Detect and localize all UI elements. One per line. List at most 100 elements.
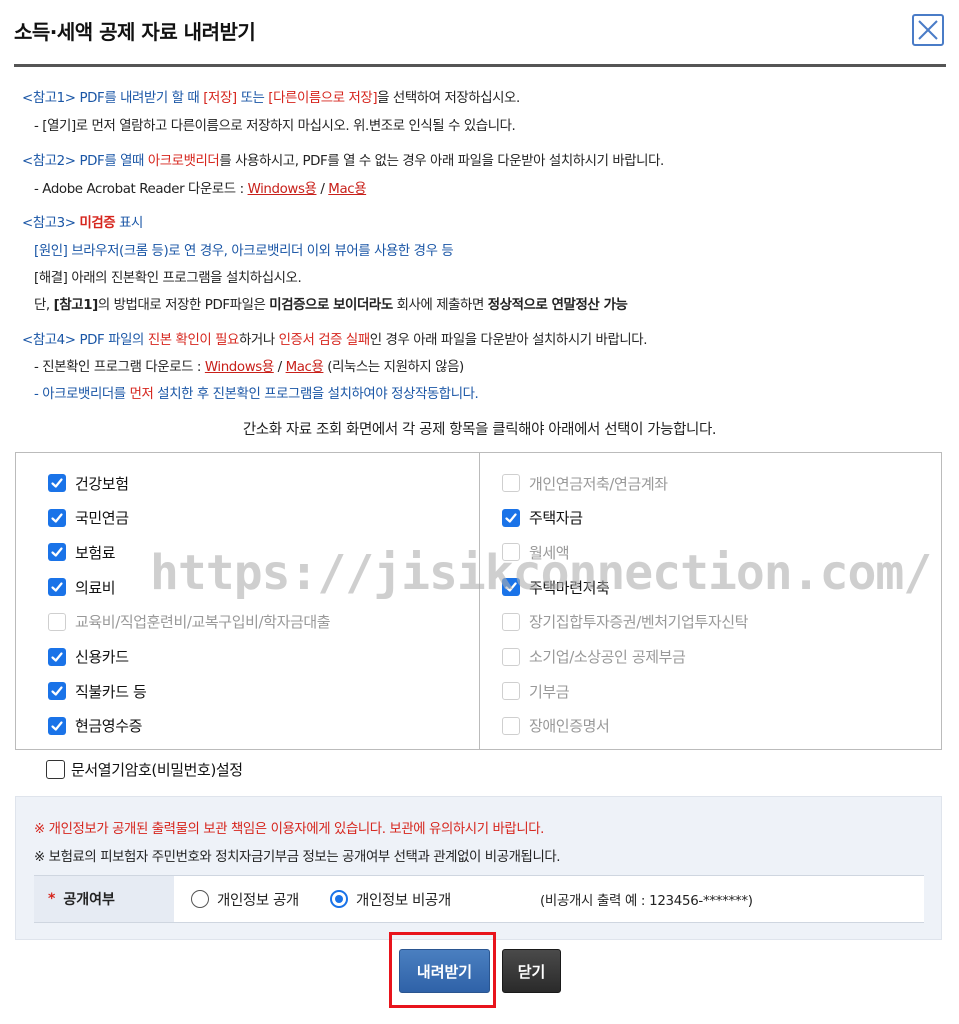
checkmark-icon — [51, 686, 63, 696]
note3-detail-a: 단, — [34, 298, 54, 313]
note2-head: <참고2> PDF를 열때 — [22, 154, 148, 169]
deduction-item-label: 보험료 — [75, 543, 116, 562]
radio-private-dot[interactable] — [330, 890, 348, 908]
password-option[interactable]: 문서열기암호(비밀번호)설정 — [46, 758, 243, 780]
close-x-icon — [918, 20, 938, 40]
acrobat-windows-link[interactable]: Windows용 — [248, 182, 317, 197]
deduction-item-label: 건강보험 — [75, 474, 129, 493]
acrobat-mac-link[interactable]: Mac용 — [328, 182, 366, 197]
deduction-item: 개인연금저축/연금계좌 — [502, 471, 668, 495]
radio-private[interactable]: 개인정보 비공개 — [330, 889, 451, 909]
note4-warn-first: 먼저 — [129, 387, 154, 402]
linux-note: (리눅스는 지원하지 않음) — [323, 360, 464, 375]
deduction-item-label: 교육비/직업훈련비/교복구입비/학자금대출 — [75, 613, 331, 632]
close-button[interactable]: 닫기 — [502, 949, 561, 993]
checkmark-icon — [51, 651, 63, 662]
checkmark-icon — [505, 513, 517, 523]
deduction-item-label: 개인연금저축/연금계좌 — [529, 474, 668, 493]
checkbox-checked[interactable] — [502, 578, 520, 597]
deduction-item-label: 소기업/소상공인 공제부금 — [529, 648, 686, 666]
radio-public-dot[interactable] — [191, 890, 209, 908]
note4-head: <참고4> PDF 파일의 — [22, 333, 148, 348]
privacy-info: ※ 보험료의 피보험자 주민번호와 정치자금기부금 정보는 공개여부 선택과 관… — [34, 850, 561, 865]
note1-head: <참고1> PDF를 내려받기 할 때 — [22, 91, 204, 106]
checkbox-checked[interactable] — [48, 647, 66, 666]
checkbox-disabled — [502, 647, 520, 666]
deduction-item-label: 장기집합투자증권/벤처기업투자신탁 — [529, 613, 749, 632]
deduction-item[interactable]: 직불카드 등 — [48, 679, 147, 703]
checkmark-icon — [51, 721, 63, 731]
checkmark-icon — [505, 582, 517, 592]
deduction-item: 장기집합투자증권/벤처기업투자신탁 — [502, 610, 748, 634]
masked-example: (비공개시 출력 예 : 123456-*******) — [540, 894, 753, 909]
note2-line: <참고2> PDF를 열때 아크로뱃리더를 사용하시고, PDF를 열 수 없는… — [22, 149, 664, 169]
note3-detail-e: 회사에 제출하면 — [392, 298, 488, 313]
note2-tail: 를 사용하시고, PDF를 열 수 없는 경우 아래 파일을 다운받아 설치하시… — [219, 154, 664, 169]
radio-public[interactable]: 개인정보 공개 — [191, 889, 299, 909]
checkmark-icon — [51, 513, 63, 523]
deduction-item[interactable]: 신용카드 — [48, 645, 129, 669]
deduction-item[interactable]: 건강보험 — [48, 471, 129, 495]
note4-tail: 인 경우 아래 파일을 다운받아 설치하시기 바랍니다. — [369, 333, 648, 348]
note4-warn-c: 설치한 후 진본확인 프로그램을 설치하여야 정상작동합니다. — [153, 387, 479, 402]
checkbox-disabled — [502, 543, 520, 562]
note4-cert-fail-keyword: 인증서 검증 실패 — [278, 333, 371, 348]
deduction-item: 장애인증명서 — [502, 714, 610, 738]
note3-detail-b: [참고1] — [53, 298, 99, 313]
note1-saveas-keyword: [다른이름으로 저장] — [268, 91, 378, 106]
deduction-item-label: 의료비 — [75, 578, 116, 597]
checkbox-disabled — [502, 682, 520, 701]
note3-cause: [원인] 브라우저(크롬 등)로 연 경우, 아크로뱃리더 이외 뷰어를 사용한… — [34, 244, 454, 259]
checkbox-checked[interactable] — [48, 543, 66, 562]
checkbox-checked[interactable] — [48, 578, 66, 597]
note3-fix: [해결] 아래의 진본확인 프로그램을 설치하십시오. — [34, 271, 302, 286]
deduction-item[interactable]: 의료비 — [48, 575, 116, 599]
password-option-label: 문서열기암호(비밀번호)설정 — [71, 760, 243, 779]
deduction-item-label: 장애인증명서 — [529, 717, 610, 736]
deduction-item-label: 국민연금 — [75, 509, 129, 528]
deduction-item: 소기업/소상공인 공제부금 — [502, 645, 686, 669]
password-checkbox[interactable] — [46, 759, 65, 779]
deduction-item[interactable]: 보험료 — [48, 540, 116, 564]
privacy-section: ※ 개인정보가 공개된 출력물의 보관 책임은 이용자에게 있습니다. 보관에 … — [15, 796, 942, 940]
deduction-item[interactable]: 주택마련저축 — [502, 575, 610, 599]
note3-head: <참고3> — [22, 216, 80, 231]
deduction-items-panel: 건강보험국민연금보험료의료비교육비/직업훈련비/교복구입비/학자금대출신용카드직… — [15, 452, 942, 750]
note4-mid: 하거나 — [238, 333, 279, 348]
radio-public-label: 개인정보 공개 — [217, 892, 299, 909]
note1-sub: - [열기]로 먼저 열람하고 다른이름으로 저장하지 마십시오. 위.변조로 … — [34, 119, 516, 134]
deduction-item: 기부금 — [502, 679, 570, 703]
deduction-item-label: 기부금 — [529, 682, 570, 701]
checkbox-checked[interactable] — [48, 682, 66, 701]
verifier-mac-link[interactable]: Mac용 — [286, 360, 324, 375]
note3-line: <참고3> 미검증 표시 — [22, 211, 143, 231]
selection-instruction: 간소화 자료 조회 화면에서 각 공제 항목을 클릭해야 아래에서 선택이 가능… — [242, 422, 717, 438]
note3-detail-c: 의 방법대로 저장한 PDF파일은 — [97, 298, 270, 313]
deduction-item[interactable]: 현금영수증 — [48, 714, 142, 738]
verifier-download-label: - 진본확인 프로그램 다운로드 : — [34, 360, 205, 375]
note2-acrobat-keyword: 아크로뱃리더 — [147, 154, 220, 169]
note3-unverified-keyword: 미검증 — [79, 216, 116, 231]
checkbox-checked[interactable] — [48, 508, 66, 527]
deduction-item[interactable]: 국민연금 — [48, 506, 129, 530]
deduction-item[interactable]: 주택자금 — [502, 506, 583, 530]
required-star: * — [48, 891, 56, 907]
checkbox-checked[interactable] — [48, 716, 66, 735]
note4-verify-keyword: 진본 확인이 필요 — [147, 333, 240, 348]
dialog-title: 소득·세액 공제 자료 내려받기 — [14, 20, 256, 44]
note3-tail: 표시 — [115, 216, 143, 231]
checkbox-checked[interactable] — [502, 508, 520, 527]
verifier-windows-link[interactable]: Windows용 — [205, 360, 274, 375]
deduction-item: 월세액 — [502, 540, 570, 564]
column-divider — [479, 453, 480, 749]
disclosure-label-text: 공개여부 — [63, 892, 115, 908]
link-separator: / — [316, 182, 329, 197]
deduction-item-label: 현금영수증 — [75, 717, 143, 736]
note4-warn-a: - 아크로뱃리더를 — [34, 387, 130, 402]
download-button[interactable]: 내려받기 — [399, 949, 490, 993]
close-dialog-button[interactable] — [912, 14, 944, 46]
checkmark-icon — [51, 547, 63, 557]
note4-sub: - 진본확인 프로그램 다운로드 : Windows용 / Mac용 (리눅스는… — [34, 355, 464, 375]
note1-tail: 을 선택하여 저장하십시오. — [377, 91, 520, 106]
checkbox-checked[interactable] — [48, 474, 66, 492]
